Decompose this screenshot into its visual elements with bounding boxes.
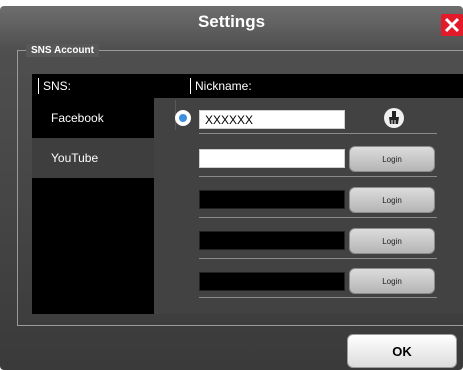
sns-list: Facebook YouTube xyxy=(32,98,154,314)
group-title: SNS Account xyxy=(26,44,99,57)
row-divider xyxy=(199,258,437,259)
login-button[interactable]: Login xyxy=(349,146,435,172)
sns-item-facebook[interactable]: Facebook xyxy=(32,98,154,138)
nickname-field[interactable] xyxy=(199,110,345,129)
row-divider xyxy=(199,217,437,218)
sns-item-label: Facebook xyxy=(51,111,104,125)
sns-item-youtube[interactable]: YouTube xyxy=(32,138,154,178)
broom-icon xyxy=(389,111,399,124)
column-sns: SNS: xyxy=(38,78,71,94)
radio-dot xyxy=(179,114,187,122)
row-divider xyxy=(199,176,437,177)
nickname-field[interactable] xyxy=(199,190,345,209)
ok-button[interactable]: OK xyxy=(347,334,457,368)
table-header: SNS: Nickname: xyxy=(32,74,463,98)
column-nickname: Nickname: xyxy=(190,78,252,94)
dialog-title: Settings xyxy=(197,12,266,31)
login-button[interactable]: Login xyxy=(349,268,435,294)
login-button[interactable]: Login xyxy=(349,187,435,213)
row-divider xyxy=(199,297,437,298)
nickname-field[interactable] xyxy=(199,272,345,291)
login-button[interactable]: Login xyxy=(349,228,435,254)
close-button[interactable] xyxy=(441,14,463,36)
row-divider xyxy=(199,133,437,134)
close-icon xyxy=(444,17,460,33)
nickname-field[interactable] xyxy=(199,149,345,168)
clear-button[interactable] xyxy=(384,108,404,128)
sns-item-label: YouTube xyxy=(51,151,99,165)
nickname-field[interactable] xyxy=(199,231,345,250)
account-radio-selected[interactable] xyxy=(175,110,191,126)
